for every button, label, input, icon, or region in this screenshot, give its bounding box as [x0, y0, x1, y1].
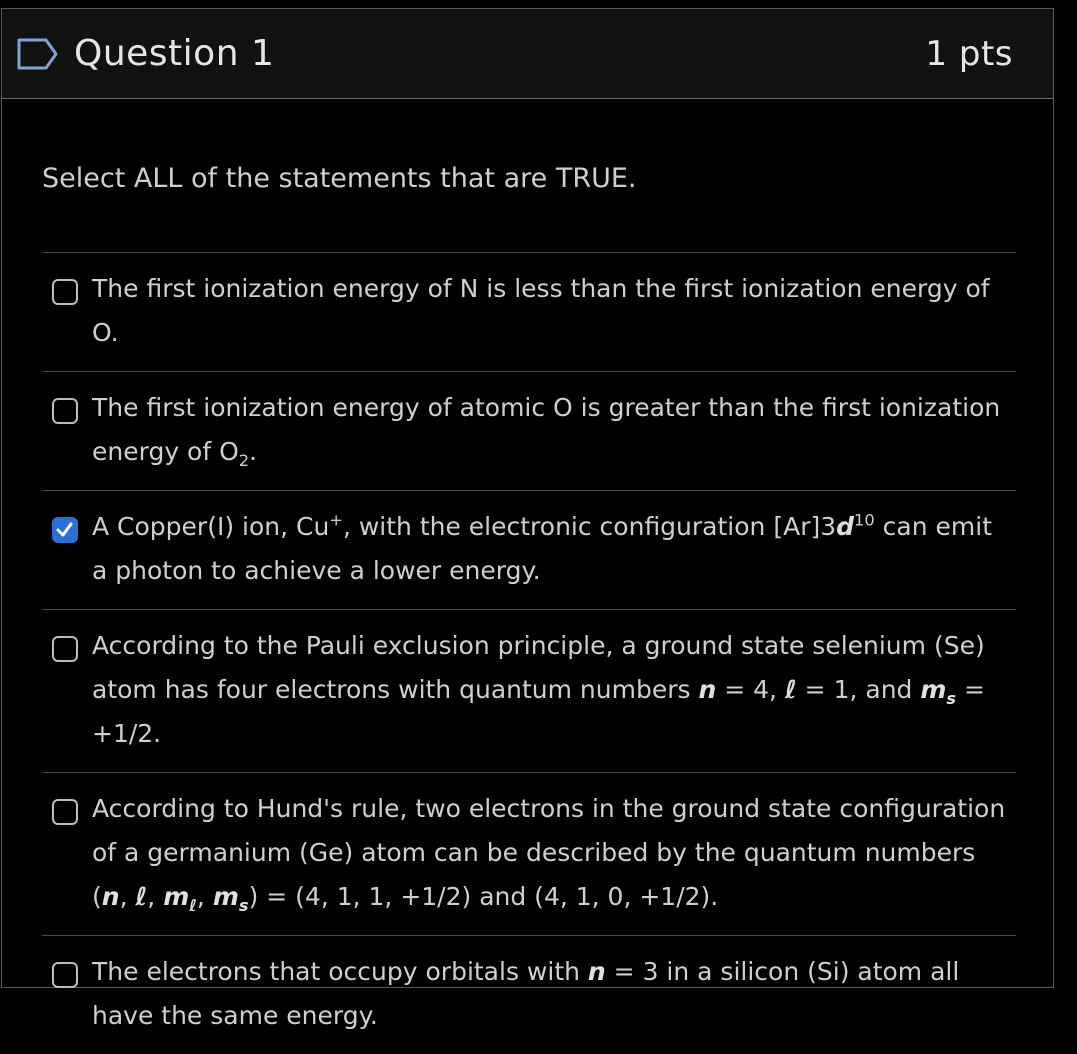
- answer-text-3: A Copper(I) ion, Cu+, with the electroni…: [92, 510, 993, 586]
- question-points: 1 pts: [925, 33, 1013, 74]
- answer-option-1[interactable]: The first ionization energy of N is less…: [42, 253, 1016, 373]
- answer-option-2[interactable]: The first ionization energy of atomic O …: [42, 372, 1016, 492]
- answer-option-3[interactable]: A Copper(I) ion, Cu+, with the electroni…: [42, 491, 1016, 611]
- answer-option-4[interactable]: According to the Pauli exclusion princip…: [42, 610, 1016, 774]
- answer-checkbox-2[interactable]: [52, 398, 78, 425]
- answer-checkbox-3[interactable]: [52, 517, 78, 544]
- answer-option-6[interactable]: The electrons that occupy orbitals with …: [42, 936, 1016, 1054]
- answer-text-2: The first ionization energy of atomic O …: [92, 393, 1001, 471]
- question-body: Select ALL of the statements that are TR…: [2, 99, 1053, 1054]
- question-title: Question 1: [74, 33, 275, 74]
- checkmark-icon: [56, 522, 73, 537]
- answer-list: The first ionization energy of N is less…: [42, 252, 1016, 1054]
- question-card: Question 1 1 pts Select ALL of the state…: [1, 8, 1054, 1030]
- flag-question-icon[interactable]: [16, 37, 60, 71]
- answer-text-6: The electrons that occupy orbitals with …: [92, 957, 960, 1031]
- header-left: Question 1: [16, 33, 274, 74]
- question-header: Question 1 1 pts: [2, 9, 1053, 99]
- answer-text-4: According to the Pauli exclusion princip…: [92, 631, 986, 749]
- question-prompt: Select ALL of the statements that are TR…: [42, 163, 637, 194]
- answer-checkbox-1[interactable]: [52, 279, 78, 306]
- answer-checkbox-4[interactable]: [52, 636, 78, 663]
- answer-text-1: The first ionization energy of N is less…: [92, 274, 990, 348]
- answer-checkbox-6[interactable]: [52, 962, 78, 989]
- answer-text-5: According to Hund's rule, two electrons …: [92, 794, 1006, 916]
- answer-checkbox-5[interactable]: [52, 799, 78, 826]
- answer-option-5[interactable]: According to Hund's rule, two electrons …: [42, 773, 1016, 937]
